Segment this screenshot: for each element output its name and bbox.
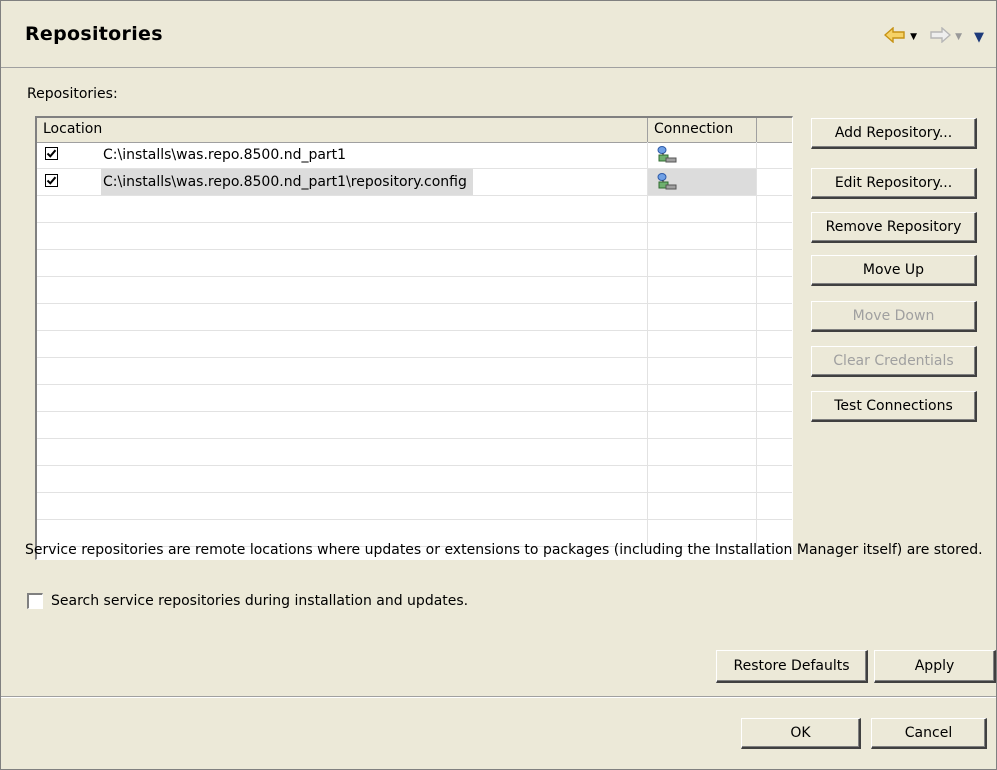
repositories-page: Repositories: Location Connection C:\ins… [1,68,996,696]
empty-row [37,493,792,520]
search-service-repositories-label: Search service repositories during insta… [51,593,469,609]
empty-row [37,466,792,493]
remove-repository-button[interactable]: Remove Repository [811,212,977,243]
table-header: Location Connection [37,118,792,143]
empty-row [37,196,792,223]
repository-connection-icon [656,146,678,170]
row-checkbox[interactable] [45,147,58,160]
cancel-button[interactable]: Cancel [871,718,987,749]
forward-arrow-icon[interactable] [929,26,952,47]
repository-connection-icon [656,173,678,197]
empty-row [37,250,792,277]
dialog-footer: OK Cancel [1,698,996,769]
move-down-button[interactable]: Move Down [811,301,977,332]
row-location: C:\installs\was.repo.8500.nd_part1 [103,147,347,163]
table-row[interactable]: C:\installs\was.repo.8500.nd_part1 [37,142,792,169]
restore-defaults-button[interactable]: Restore Defaults [716,650,868,683]
empty-row [37,304,792,331]
repositories-label: Repositories: [27,86,118,102]
back-arrow-icon[interactable] [884,26,906,47]
forward-dropdown-icon: ▼ [955,32,962,42]
empty-row [37,385,792,412]
table-body: C:\installs\was.repo.8500.nd_part1 C:\in… [37,142,792,547]
edit-repository-button[interactable]: Edit Repository... [811,168,977,199]
empty-row [37,358,792,385]
apply-button[interactable]: Apply [874,650,996,683]
service-repositories-description: Service repositories are remote location… [25,542,983,558]
clear-credentials-button[interactable]: Clear Credentials [811,346,977,377]
row-checkbox[interactable] [45,174,58,187]
row-location: C:\installs\was.repo.8500.nd_part1\repos… [101,169,473,195]
back-dropdown-icon[interactable]: ▼ [910,32,917,42]
search-service-repositories-option[interactable]: Search service repositories during insta… [27,593,468,609]
table-row[interactable]: C:\installs\was.repo.8500.nd_part1\repos… [37,169,792,196]
navigation-toolbar: ▼ ▼ ▼ [884,26,984,47]
preferences-dialog: Repositories ▼ ▼ ▼ Repositories: Locatio… [0,0,997,770]
column-header-location[interactable]: Location [37,118,648,142]
test-connections-button[interactable]: Test Connections [811,391,977,422]
empty-row [37,277,792,304]
add-repository-button[interactable]: Add Repository... [811,118,977,149]
empty-row [37,223,792,250]
repositories-table[interactable]: Location Connection C:\installs\was.repo… [35,116,793,560]
view-menu-icon[interactable]: ▼ [974,30,984,45]
empty-row [37,439,792,466]
move-up-button[interactable]: Move Up [811,255,977,286]
empty-row [37,412,792,439]
empty-row [37,331,792,358]
page-title: Repositories [25,23,163,45]
ok-button[interactable]: OK [741,718,861,749]
column-header-empty[interactable] [757,118,792,142]
search-service-repositories-checkbox[interactable] [27,593,43,609]
column-header-connection[interactable]: Connection [648,118,757,142]
page-header: Repositories ▼ ▼ ▼ [1,1,996,68]
